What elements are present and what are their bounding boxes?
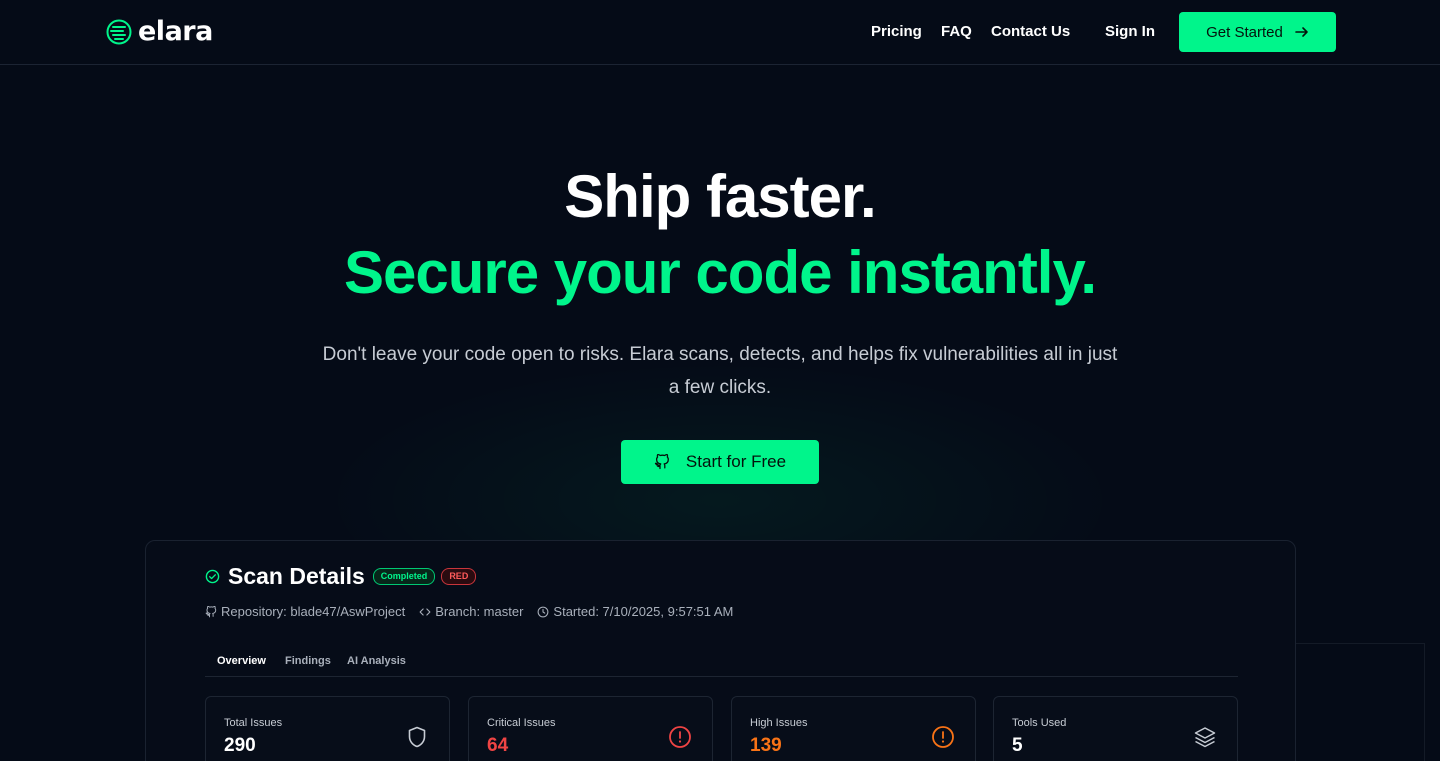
stat-total-issues: Total Issues 290 — [205, 696, 450, 761]
scan-tabs: Overview Findings AI Analysis — [205, 643, 1238, 677]
nav-link-faq[interactable]: FAQ — [941, 23, 972, 40]
side-panel — [1296, 643, 1425, 761]
stat-label: Critical Issues — [487, 717, 556, 729]
clock-icon — [538, 606, 549, 617]
stat-tools-used: Tools Used 5 — [993, 696, 1238, 761]
scan-meta: Repository: blade47/AswProject Branch: m… — [205, 604, 733, 619]
alert-circle-icon — [932, 726, 954, 748]
nav-link-pricing[interactable]: Pricing — [871, 23, 922, 40]
alert-circle-icon — [669, 726, 691, 748]
stat-label: Tools Used — [1012, 717, 1067, 729]
code-icon — [419, 607, 431, 616]
branch-text: Branch: master — [435, 604, 524, 619]
scan-header: Scan Details Completed RED — [205, 563, 477, 590]
stat-value: 139 — [750, 735, 782, 756]
start-free-button[interactable]: Start for Free — [621, 440, 819, 484]
brand-name: elara — [138, 16, 213, 47]
scan-title: Scan Details — [228, 563, 365, 589]
hero-title-accent: Secure your code instantly. — [343, 239, 1097, 306]
github-icon — [654, 454, 669, 470]
stat-label: Total Issues — [224, 717, 283, 729]
started-text: Started: 7/10/2025, 9:57:51 AM — [553, 604, 734, 619]
github-icon — [205, 605, 217, 617]
stat-value: 5 — [1012, 735, 1023, 756]
nav-link-contact[interactable]: Contact Us — [991, 23, 1070, 40]
stat-value: 290 — [224, 735, 256, 756]
logo-icon — [106, 19, 132, 44]
hero-subtitle: Don't leave your code open to risks. Ela… — [322, 344, 1118, 398]
scan-details-card: Scan Details Completed RED Repository: b… — [145, 540, 1296, 761]
tab-ai-analysis[interactable]: AI Analysis — [347, 655, 406, 667]
arrow-right-icon — [1295, 27, 1308, 37]
stat-critical-issues: Critical Issues 64 — [468, 696, 713, 761]
get-started-button[interactable]: Get Started — [1179, 12, 1336, 52]
check-circle-icon — [205, 569, 220, 584]
shield-icon — [408, 726, 426, 748]
start-free-label: Start for Free — [685, 452, 787, 471]
stat-high-issues: High Issues 139 — [731, 696, 976, 761]
repository-text: Repository: blade47/AswProject — [221, 604, 406, 619]
brand-logo[interactable]: elara — [106, 18, 213, 45]
stat-label: High Issues — [750, 717, 808, 729]
branch-info: Branch: master — [419, 604, 523, 619]
sign-in-link[interactable]: Sign In — [1105, 23, 1155, 40]
tab-findings[interactable]: Findings — [285, 655, 331, 667]
started-info: Started: 7/10/2025, 9:57:51 AM — [537, 604, 733, 619]
hero-title: Ship faster. — [564, 163, 876, 230]
repository-info: Repository: blade47/AswProject — [205, 604, 405, 619]
top-navbar: elara Pricing FAQ Contact Us Sign In Get… — [0, 0, 1440, 65]
tab-overview[interactable]: Overview — [217, 655, 266, 667]
status-badge: Completed — [372, 568, 436, 585]
layers-icon — [1194, 727, 1216, 748]
get-started-label: Get Started — [1206, 23, 1283, 41]
risk-badge: RED — [441, 568, 477, 585]
stat-value: 64 — [487, 735, 509, 756]
